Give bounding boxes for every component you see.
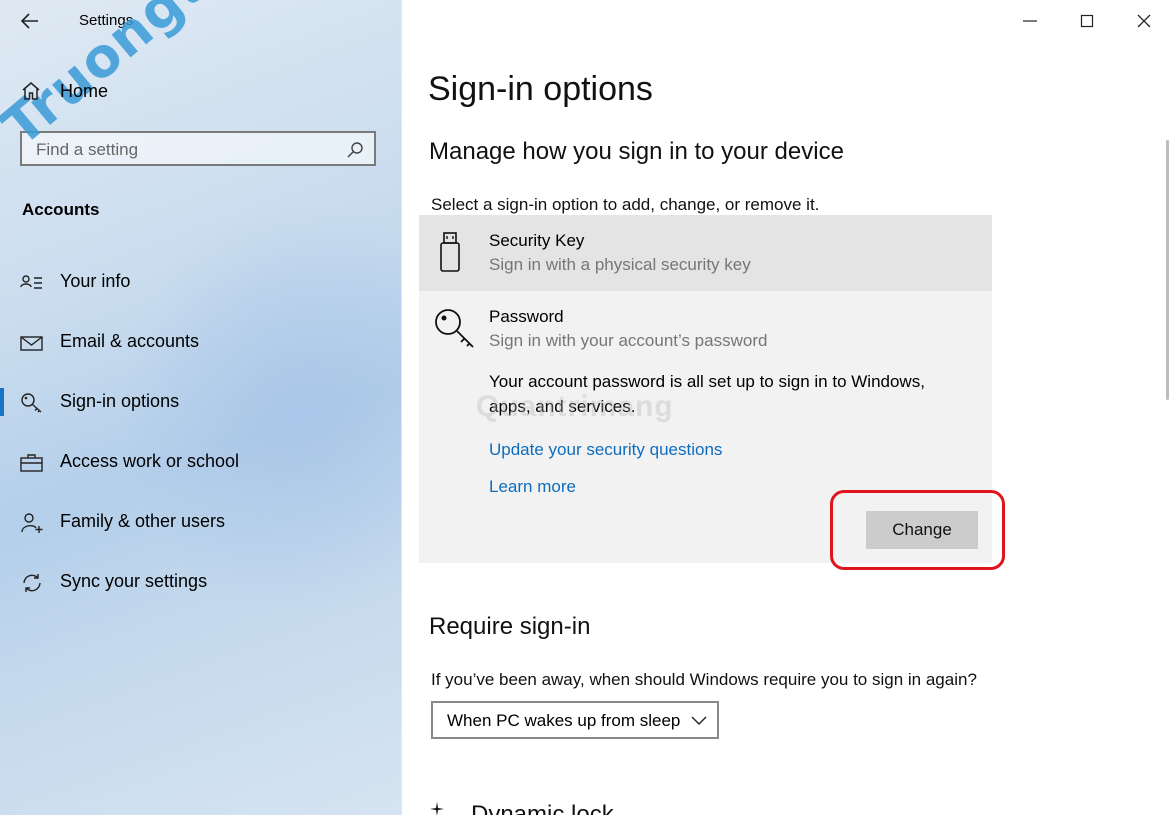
sidebar-item-label: Access work or school bbox=[60, 451, 240, 471]
person-add-icon bbox=[21, 513, 43, 533]
scrollbar[interactable] bbox=[1166, 140, 1169, 400]
sparkle-icon bbox=[430, 802, 444, 815]
sidebar-item-family-users[interactable]: Family & other users bbox=[0, 502, 400, 542]
sidebar-item-label: Sync your settings bbox=[60, 571, 208, 591]
sidebar-item-label: Sign-in options bbox=[60, 391, 180, 411]
key-icon bbox=[21, 393, 42, 413]
envelope-icon bbox=[20, 336, 43, 351]
learn-more-link[interactable]: Learn more bbox=[489, 477, 576, 497]
section-heading: Accounts bbox=[22, 200, 100, 219]
sidebar-item-sign-in-options[interactable]: Sign-in options bbox=[0, 382, 400, 422]
sync-icon bbox=[23, 574, 41, 592]
minimize-icon[interactable] bbox=[1016, 8, 1044, 34]
chevron-down-icon bbox=[691, 716, 707, 725]
home-icon bbox=[22, 82, 40, 100]
briefcase-icon bbox=[20, 454, 43, 472]
dynamic-lock-heading: Dynamic lock bbox=[471, 801, 614, 815]
security-key-title: Security Key bbox=[489, 231, 585, 250]
change-password-button[interactable]: Change bbox=[866, 511, 978, 549]
manage-heading: Manage how you sign in to your device bbox=[429, 138, 844, 165]
close-icon[interactable] bbox=[1130, 8, 1158, 34]
sidebar-home[interactable]: Home bbox=[20, 80, 108, 102]
sidebar-item-access-work[interactable]: Access work or school bbox=[0, 442, 400, 482]
sidebar-item-label: Email & accounts bbox=[60, 331, 200, 351]
require-signin-description: If you’ve been away, when should Windows… bbox=[431, 670, 977, 689]
dropdown-selected-value: When PC wakes up from sleep bbox=[447, 711, 681, 730]
manage-description: Select a sign-in option to add, change, … bbox=[431, 195, 820, 214]
back-arrow-icon[interactable] bbox=[18, 10, 42, 32]
home-label: Home bbox=[60, 80, 109, 101]
password-subtitle: Sign in with your account’s password bbox=[489, 331, 768, 350]
sidebar-item-sync[interactable]: Sync your settings bbox=[0, 562, 400, 602]
require-signin-dropdown[interactable]: When PC wakes up from sleep bbox=[431, 701, 719, 739]
password-description: Your account password is all set up to s… bbox=[489, 372, 925, 416]
dynamic-lock-heading-clip: Dynamic lock bbox=[429, 798, 729, 815]
security-key-subtitle: Sign in with a physical security key bbox=[489, 255, 751, 274]
search-input[interactable] bbox=[36, 140, 336, 160]
page-title: Sign-in options bbox=[428, 70, 653, 108]
sidebar-item-label: Family & other users bbox=[60, 511, 226, 531]
password-option[interactable]: Password Sign in with your account’s pas… bbox=[419, 291, 992, 563]
password-title: Password bbox=[489, 307, 564, 326]
sidebar: Settings Truongtin.top Home Accounts You… bbox=[0, 0, 401, 815]
sidebar-item-label: Your info bbox=[60, 271, 131, 291]
require-signin-heading: Require sign-in bbox=[429, 613, 591, 640]
security-key-option[interactable]: Security Key Sign in with a physical sec… bbox=[419, 215, 992, 291]
person-list-icon bbox=[20, 275, 42, 289]
search-box[interactable] bbox=[20, 131, 376, 166]
sidebar-item-email-accounts[interactable]: Email & accounts bbox=[0, 322, 400, 362]
search-icon[interactable] bbox=[346, 141, 364, 159]
usb-key-icon bbox=[440, 232, 460, 272]
key-icon bbox=[435, 309, 474, 348]
maximize-icon[interactable] bbox=[1073, 8, 1101, 34]
sidebar-item-your-info[interactable]: Your info bbox=[0, 262, 400, 302]
update-security-questions-link[interactable]: Update your security questions bbox=[489, 440, 722, 460]
